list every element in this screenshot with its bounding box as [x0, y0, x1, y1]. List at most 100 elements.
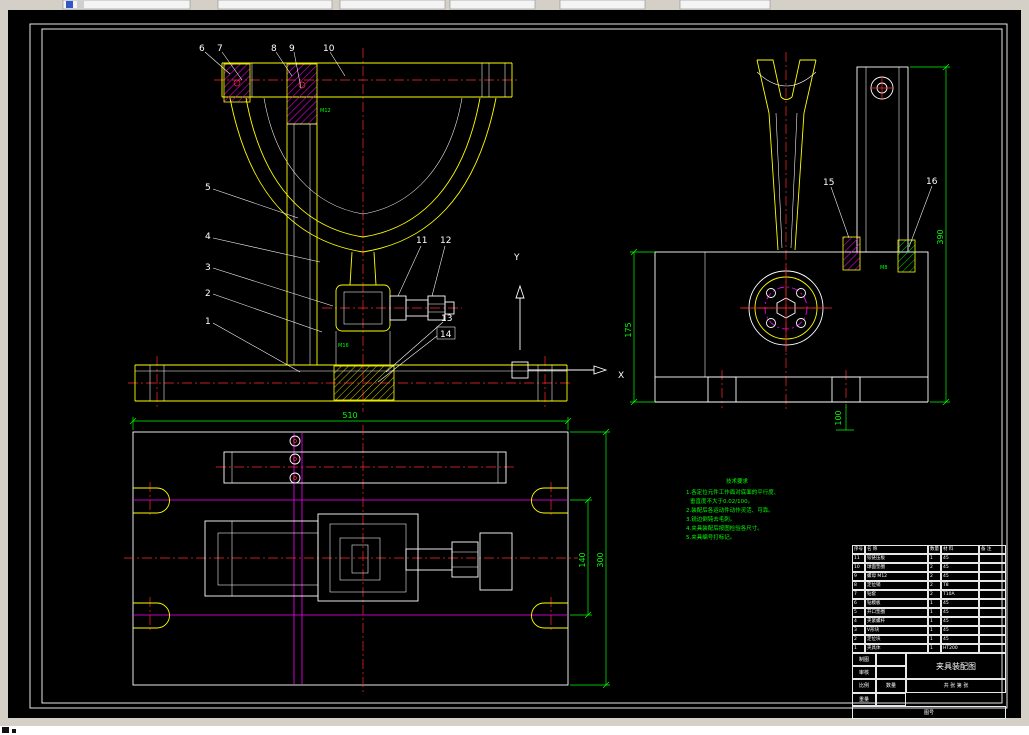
callout-10: 10 [323, 44, 335, 54]
side-bolt-hatched [897, 239, 916, 273]
dim-300: 300 [596, 552, 605, 567]
bom-cell: 1 [928, 554, 941, 563]
notes-line: 1.各定位元件工作面对底面的平行度、 [686, 488, 779, 496]
axis-y-label: Y [513, 253, 520, 263]
bom-row: 6 钻模板 1 45 [852, 599, 1006, 608]
bom-cell: 5 [852, 608, 865, 617]
bom-row: 5 开口垫圈 1 45 [852, 608, 1006, 617]
notes-line: 2.装配后各运动件动作灵活、可靠。 [686, 506, 774, 514]
bom-row: 11 铰链压板 1 45 [852, 554, 1006, 563]
bom-header-row: 序号名 称数量材 料备 注 [852, 545, 1006, 554]
bom-cell: 1 [928, 599, 941, 608]
bom-cell: 铰链压板 [865, 554, 928, 563]
callout-14: 14 [440, 330, 452, 340]
callout-5: 5 [205, 183, 211, 193]
bom-cell: 定位销 [865, 581, 928, 590]
bom-cell: 2 [852, 635, 865, 644]
statusbar-mark [2, 727, 9, 733]
bom-cell: 9 [852, 572, 865, 581]
bom-cell [979, 563, 1006, 572]
thread-label: M12 [320, 108, 331, 114]
bom-cell: 45 [941, 617, 979, 626]
notes-line: 4.夹具装配后按图检验各尺寸。 [686, 524, 763, 532]
dim-175: 175 [624, 322, 633, 337]
callout-2: 2 [205, 289, 211, 299]
axis-x-label: X [618, 371, 624, 381]
bom-cell [979, 626, 1006, 635]
bom-cell: 序号 [852, 545, 865, 554]
bom-cell: 2 [928, 590, 941, 599]
base-hatched-section [333, 365, 395, 401]
toolbar-fragment[interactable] [217, 0, 333, 10]
callout-1: 1 [205, 317, 211, 327]
bom-cell: 45 [941, 572, 979, 581]
bom-row: 3 V形块 1 45 [852, 626, 1006, 635]
dim-390: 390 [936, 229, 945, 244]
bom-cell: 开口垫圈 [865, 608, 928, 617]
bom-cell [979, 581, 1006, 590]
callout-4: 4 [205, 232, 211, 242]
bom-row: 9 螺母 M12 2 45 [852, 572, 1006, 581]
callout-11: 11 [416, 236, 427, 246]
toolbar-icon[interactable] [77, 1, 84, 8]
bom-cell: 定位块 [865, 635, 928, 644]
bom-cell: 1 [928, 617, 941, 626]
bom-cell: 6 [852, 599, 865, 608]
bom-cell: 45 [941, 635, 979, 644]
bom-cell: 备 注 [979, 545, 1006, 554]
bom-cell: 1 [928, 626, 941, 635]
bom-cell [979, 635, 1006, 644]
notes-line: 3.锐边倒钝去毛刺。 [686, 515, 735, 523]
label-draw: 制图 [852, 653, 876, 667]
bom-cell: 8 [852, 581, 865, 590]
bom-row: 7 钻套 2 T10A [852, 590, 1006, 599]
callout-9: 9 [289, 44, 295, 54]
callout-12: 12 [440, 236, 451, 246]
clamp-part-hatched [223, 63, 251, 103]
callout-6: 6 [199, 44, 205, 54]
callout-3: 3 [205, 263, 211, 273]
bolt-part-hatched [286, 63, 318, 125]
bom-cell: 1 [852, 644, 865, 653]
thread-label: M8 [880, 265, 888, 271]
bom-cell: 45 [941, 608, 979, 617]
bom-cell: 4 [852, 617, 865, 626]
bom-cell: V形块 [865, 626, 928, 635]
callout-8: 8 [271, 44, 277, 54]
cell-empty [876, 692, 906, 706]
bom-cell: 夹具体 [865, 644, 928, 653]
label-check: 审核 [852, 666, 876, 680]
bom-cell: 1 [928, 608, 941, 617]
title-block: 序号名 称数量材 料备 注 11 铰链压板 1 45 10 球面垫圈 2 45 9 螺母 M12 2 4… [852, 545, 1006, 719]
toolbar-fragment[interactable] [449, 0, 536, 10]
bom-table: 序号名 称数量材 料备 注 11 铰链压板 1 45 10 球面垫圈 2 45 9 螺母 M12 2 4… [852, 545, 1006, 653]
bom-cell: 45 [941, 626, 979, 635]
toolbar-fragment[interactable] [559, 0, 646, 10]
bom-cell [979, 590, 1006, 599]
bom-cell: 数量 [928, 545, 941, 554]
bom-cell: 螺母 M12 [865, 572, 928, 581]
bom-cell: 钻套 [865, 590, 928, 599]
bom-cell: 2 [928, 572, 941, 581]
bom-cell: T8 [941, 581, 979, 590]
bom-row: 8 定位销 2 T8 [852, 581, 1006, 590]
bom-cell: 45 [941, 554, 979, 563]
callout-15: 15 [823, 178, 834, 188]
sheet-count: 共 张 第 张 [906, 679, 1006, 693]
bom-cell: 3 [852, 626, 865, 635]
bom-cell: 45 [941, 599, 979, 608]
bom-cell: 名 称 [865, 545, 928, 554]
dim-100: 100 [834, 410, 843, 425]
bom-cell: 夹紧螺杆 [865, 617, 928, 626]
toolbar-fragment[interactable] [679, 0, 771, 10]
toolbar-icon[interactable] [66, 1, 73, 8]
bom-cell: 11 [852, 554, 865, 563]
title-block-info: 制图 夹具装配图 审核 比例 数量 共 张 第 张 重量 图号 [852, 653, 1006, 719]
bom-cell: 10 [852, 563, 865, 572]
bom-cell [979, 617, 1006, 626]
bom-cell: HT200 [941, 644, 979, 653]
label-code: 图号 [852, 705, 1006, 719]
toolbar-fragment[interactable] [339, 0, 446, 10]
callout-13: 13 [441, 314, 452, 324]
bom-cell: 2 [928, 581, 941, 590]
